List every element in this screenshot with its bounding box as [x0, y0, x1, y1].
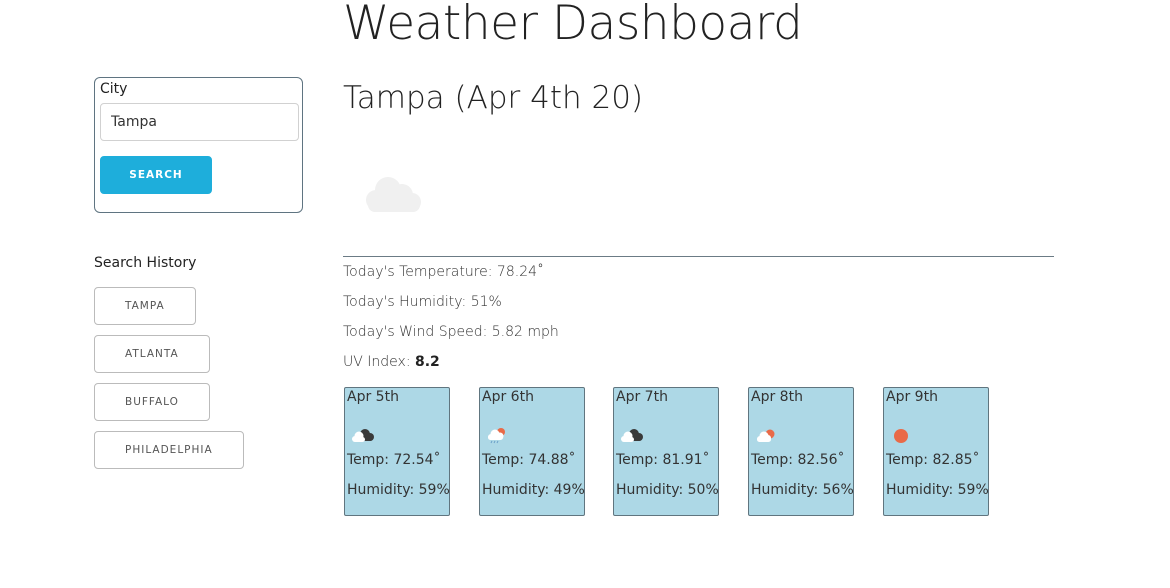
- forecast-date: Apr 8th: [751, 389, 803, 405]
- current-city-heading: Tampa (Apr 4th 20): [343, 80, 644, 116]
- forecast-date: Apr 5th: [347, 389, 399, 405]
- forecast-card: Apr 6th Temp: 74.88˚ Humidity: 49%: [479, 387, 585, 516]
- forecast-humidity: Humidity: 49%: [482, 482, 585, 498]
- current-wind-speed: Today's Wind Speed: 5.82 mph: [343, 324, 559, 340]
- current-humidity: Today's Humidity: 51%: [343, 294, 502, 310]
- forecast-temp: Temp: 74.88˚: [482, 452, 576, 468]
- search-history-list: Tampa Atlanta Buffalo Philadelphia: [94, 287, 244, 479]
- city-label: City: [100, 81, 128, 97]
- history-item-philadelphia[interactable]: Philadelphia: [94, 431, 244, 469]
- search-button[interactable]: Search: [100, 156, 212, 194]
- history-item-atlanta[interactable]: Atlanta: [94, 335, 210, 373]
- city-search-input[interactable]: [100, 103, 299, 141]
- forecast-temp: Temp: 82.56˚: [751, 452, 845, 468]
- forecast-humidity: Humidity: 56%: [751, 482, 854, 498]
- uv-value: 8.2: [414, 354, 440, 370]
- forecast-card: Apr 9th Temp: 82.85˚ Humidity: 59%: [883, 387, 989, 516]
- forecast-humidity: Humidity: 50%: [616, 482, 719, 498]
- broken-clouds-icon: [621, 429, 643, 442]
- sun-icon: [894, 429, 908, 443]
- rain-icon: [488, 428, 505, 444]
- current-temperature: Today's Temperature: 78.24˚: [343, 264, 545, 280]
- broken-clouds-icon: [352, 429, 374, 442]
- forecast-card: Apr 5th Temp: 72.54˚ Humidity: 59%: [344, 387, 450, 516]
- history-item-buffalo[interactable]: Buffalo: [94, 383, 210, 421]
- current-divider: [343, 256, 1054, 257]
- forecast-date: Apr 6th: [482, 389, 534, 405]
- forecast-card: Apr 8th Temp: 82.56˚ Humidity: 56%: [748, 387, 854, 516]
- history-item-tampa[interactable]: Tampa: [94, 287, 196, 325]
- forecast-temp: Temp: 72.54˚: [347, 452, 441, 468]
- forecast-temp: Temp: 81.91˚: [616, 452, 710, 468]
- forecast-card: Apr 7th Temp: 81.91˚ Humidity: 50%: [613, 387, 719, 516]
- forecast-humidity: Humidity: 59%: [886, 482, 989, 498]
- forecast-humidity: Humidity: 59%: [347, 482, 450, 498]
- cloud-icon: [366, 177, 421, 212]
- forecast-temp: Temp: 82.85˚: [886, 452, 980, 468]
- current-uv-index: UV Index: 8.2: [343, 354, 440, 370]
- uv-label: UV Index:: [343, 354, 415, 370]
- search-history-title: Search History: [94, 255, 197, 271]
- search-card: City Search: [94, 77, 303, 213]
- page-title: Weather Dashboard: [343, 0, 803, 51]
- forecast-date: Apr 9th: [886, 389, 938, 405]
- forecast-date: Apr 7th: [616, 389, 668, 405]
- few-clouds-icon: [757, 429, 775, 442]
